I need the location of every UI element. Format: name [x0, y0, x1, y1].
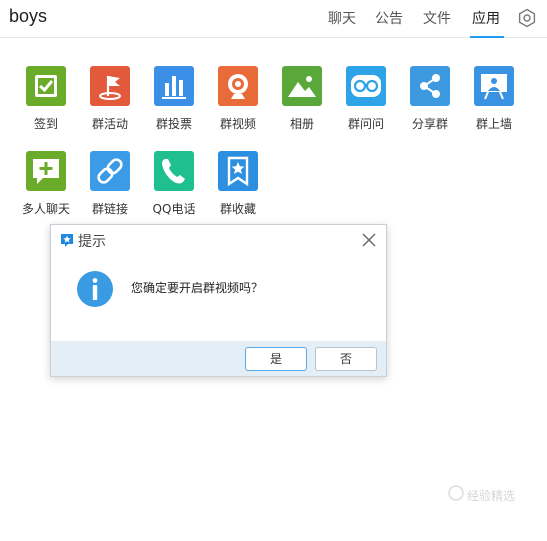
bar-chart-icon — [154, 66, 194, 106]
group-name: boys — [9, 6, 48, 26]
app-header: boys 聊天 公告 文件 应用 — [0, 0, 547, 38]
yes-button[interactable]: 是 — [245, 347, 307, 371]
no-button[interactable]: 否 — [315, 347, 377, 371]
chat-plus-icon — [26, 151, 66, 191]
watermark-text: 经验精选 — [467, 489, 516, 503]
dialog-footer: 是 否 — [51, 341, 386, 376]
tab-files[interactable]: 文件 — [423, 8, 451, 28]
bookmark-star-icon — [218, 151, 258, 191]
dialog-message: 您确定要开启群视频吗？ — [131, 281, 264, 295]
phone-icon — [154, 151, 194, 191]
confirm-dialog: 提示 您确定要开启群视频吗？ 是 否 — [50, 224, 387, 377]
info-icon — [77, 271, 113, 307]
app-label: 群收藏 — [219, 202, 256, 216]
app-label: 群上墙 — [475, 117, 512, 131]
qq-star-icon — [61, 234, 73, 247]
app-group-favorites[interactable]: 群收藏 — [206, 151, 270, 221]
tab-apps[interactable]: 应用 — [472, 8, 500, 28]
active-tab-indicator — [470, 36, 504, 38]
checkmark-icon — [26, 66, 66, 106]
mountain-photo-icon — [282, 66, 322, 106]
owl-icon — [346, 66, 386, 106]
tab-announcement[interactable]: 公告 — [375, 8, 403, 28]
dialog-title: 提示 — [78, 234, 106, 250]
settings-hexagon-icon[interactable] — [517, 8, 537, 28]
app-group-wall[interactable]: 群上墙 — [462, 66, 526, 136]
link-icon — [90, 151, 130, 191]
flag-icon — [90, 66, 130, 106]
presentation-board-icon — [474, 66, 514, 106]
close-icon[interactable] — [361, 232, 377, 248]
tab-chat[interactable]: 聊天 — [328, 8, 356, 28]
watermark-logo-icon — [448, 485, 464, 501]
share-icon — [410, 66, 450, 106]
webcam-icon — [218, 66, 258, 106]
